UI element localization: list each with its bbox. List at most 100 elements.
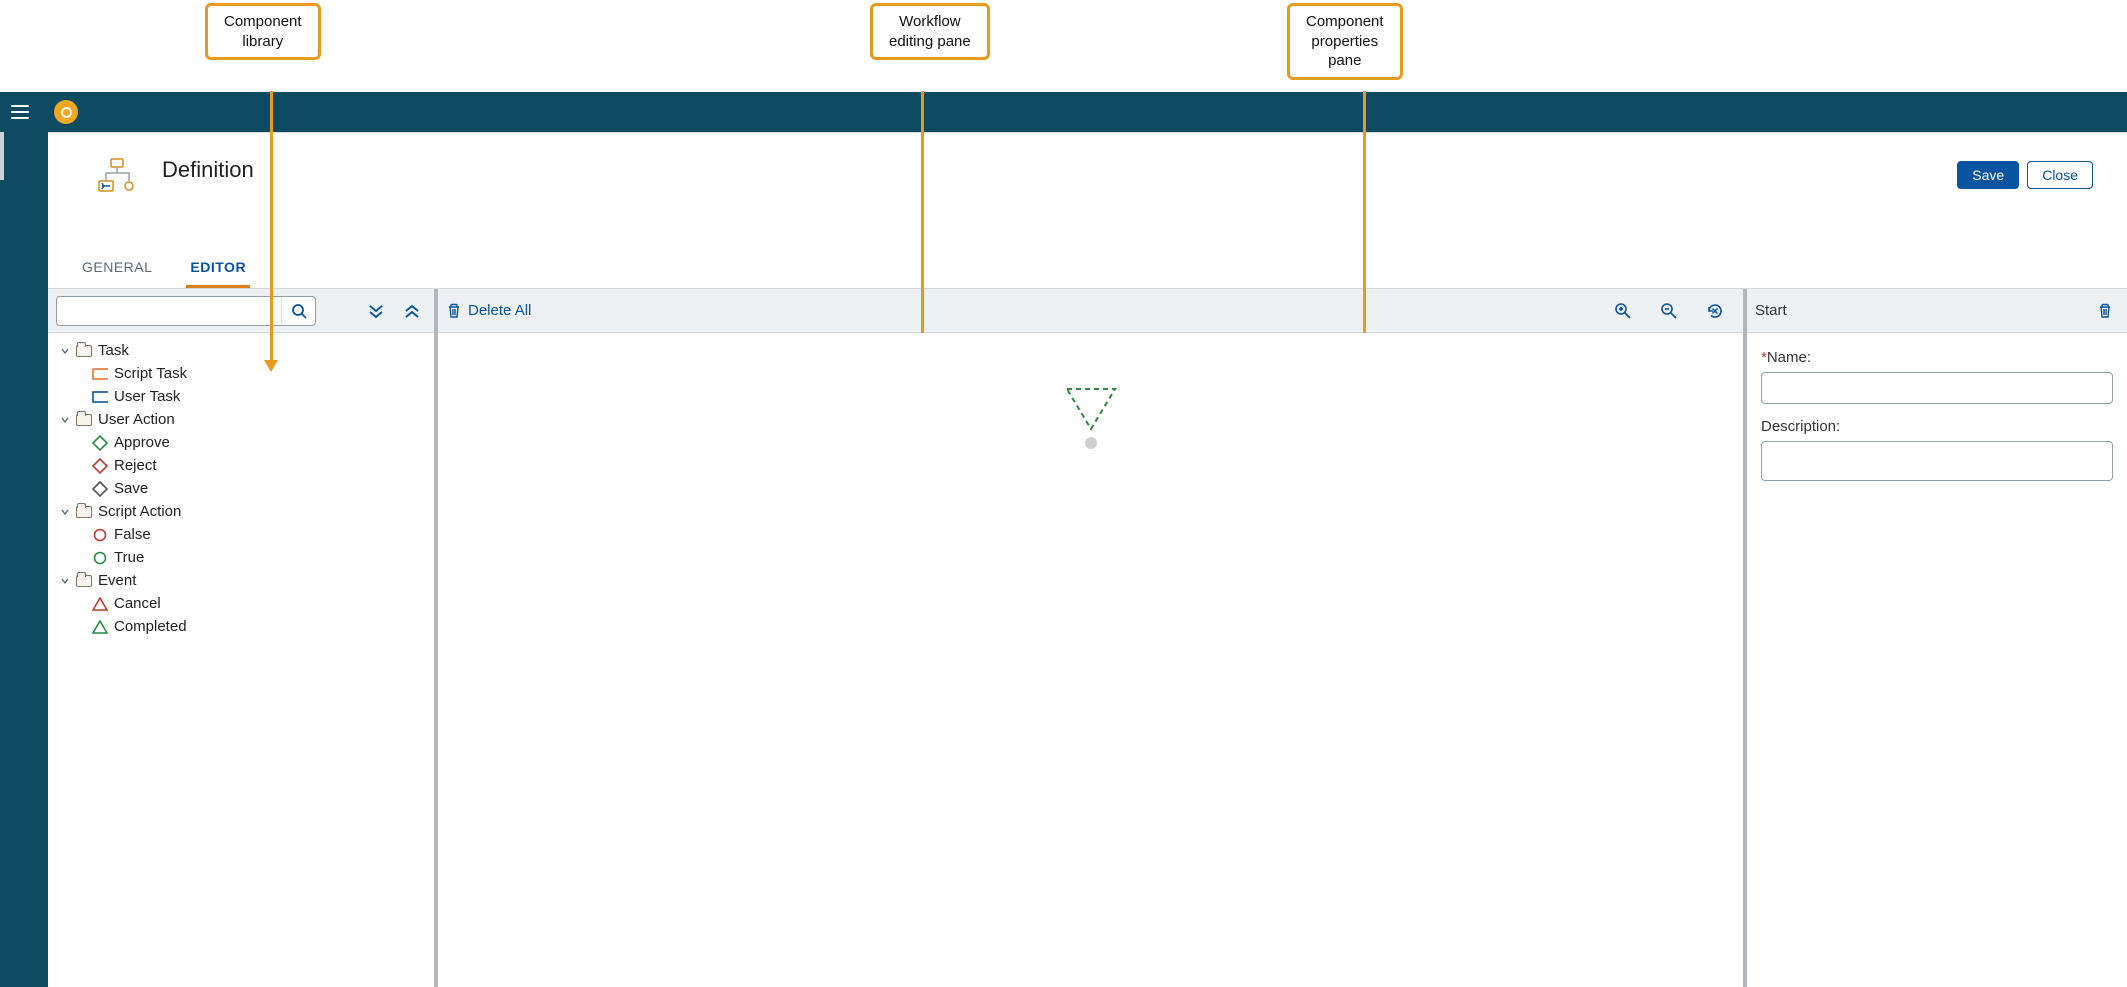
chevron-double-down-icon [367,302,385,320]
tree-item-label: Save [114,480,148,497]
delete-all-button[interactable]: Delete All [446,302,531,319]
folder-icon [76,414,92,426]
library-toolbar [48,289,434,333]
app-body: Definition Save Close GENERAL EDITOR [0,132,2127,987]
workspace: Task Script Task User Task User Action Appro… [48,289,2127,987]
search-icon [291,303,307,319]
tree-item[interactable]: User Task [48,385,434,408]
tree-item-label: False [114,526,151,543]
zoom-out-icon [1660,302,1678,320]
diamond-icon [92,460,108,472]
annotation-box-properties: Componentpropertiespane [1287,3,1403,80]
name-input[interactable] [1761,372,2113,404]
tree-item-label: True [114,549,144,566]
zoom-in-button[interactable] [1609,297,1637,325]
tree-group-label: Script Action [98,503,181,520]
product-logo[interactable] [54,100,78,124]
tree-item[interactable]: True [48,546,434,569]
annotation-arrow-library [270,91,273,363]
page-header: Definition Save Close [48,133,2127,199]
annotation-arrow-properties [1363,91,1366,363]
zoom-out-button[interactable] [1655,297,1683,325]
triangle-icon [92,621,108,633]
zoom-in-icon [1614,302,1632,320]
annotation-zone: Componentlibrary Workflowediting pane Co… [0,0,2127,92]
tree-item-label: User Task [114,388,180,405]
caret-icon[interactable] [60,415,70,425]
close-button[interactable]: Close [2027,161,2093,189]
tree-group[interactable]: User Action [48,408,434,431]
tree-group-label: Task [98,342,129,359]
tree-group[interactable]: Task [48,339,434,362]
tree-group[interactable]: Script Action [48,500,434,523]
delete-all-label: Delete All [468,302,531,319]
library-search [56,296,316,326]
reset-view-button[interactable] [1701,297,1729,325]
caret-icon[interactable] [60,507,70,517]
tab-general[interactable]: GENERAL [78,249,156,288]
annotation-box-library: Componentlibrary [205,3,321,60]
left-rail-indicator [0,132,4,180]
properties-toolbar: Start [1747,289,2127,333]
left-rail [0,132,48,987]
workflow-canvas-pane: Delete All [438,289,1747,987]
caret-icon[interactable] [60,576,70,586]
tree-item-label: Approve [114,434,170,451]
tree-item-label: Completed [114,618,187,635]
trash-icon [446,303,462,319]
start-node[interactable] [1061,383,1121,456]
tree-item[interactable]: Completed [48,615,434,638]
annotation-properties-text: Componentpropertiespane [1306,13,1384,69]
description-field: Description: [1761,418,2113,484]
definition-icon [96,157,138,199]
folder-icon [76,345,92,357]
tree-item[interactable]: Cancel [48,592,434,615]
chevron-double-up-icon [403,302,421,320]
properties-form: *Name: Description: [1747,333,2127,500]
name-field: *Name: [1761,349,2113,404]
tree-group-label: Event [98,572,136,589]
description-label: Description: [1761,418,2113,435]
circle-icon [92,529,108,541]
save-button[interactable]: Save [1957,161,2019,189]
tab-editor[interactable]: EDITOR [186,249,250,288]
annotation-library-text: Componentlibrary [224,13,302,50]
collapse-all-button[interactable] [398,297,426,325]
content-area: Definition Save Close GENERAL EDITOR [48,132,2127,987]
folder-icon [76,506,92,518]
reset-icon [1706,302,1724,320]
page-title: Definition [162,157,254,183]
tree-item-label: Reject [114,457,157,474]
library-search-input[interactable] [57,297,281,325]
annotation-box-canvas: Workflowediting pane [870,3,990,60]
properties-delete-button[interactable] [2091,297,2119,325]
app-topbar [0,92,2127,132]
workflow-canvas[interactable] [438,333,1743,987]
tree-item[interactable]: Approve [48,431,434,454]
hamburger-menu-button[interactable] [8,100,32,124]
tree-item[interactable]: False [48,523,434,546]
expand-all-button[interactable] [362,297,390,325]
caret-icon[interactable] [60,346,70,356]
properties-pane: Start *Name: Description: [1747,289,2127,987]
tree-item[interactable]: Script Task [48,362,434,385]
tree-item-label: Cancel [114,595,161,612]
tree-group[interactable]: Event [48,569,434,592]
properties-title: Start [1755,302,1787,319]
description-input[interactable] [1761,441,2113,481]
component-tree: Task Script Task User Task User Action Appro… [48,333,434,987]
trash-icon [2097,303,2113,319]
annotation-arrow-canvas [921,91,924,363]
diamond-icon [92,483,108,495]
library-search-button[interactable] [281,297,315,325]
tree-item-label: Script Task [114,365,187,382]
name-label: *Name: [1761,349,2113,366]
tree-item[interactable]: Reject [48,454,434,477]
component-library-pane: Task Script Task User Task User Action Appro… [48,289,438,987]
folder-icon [76,575,92,587]
circle-icon [92,552,108,564]
tree-item[interactable]: Save [48,477,434,500]
triangle-icon [92,598,108,610]
rect-icon [92,391,108,403]
annotation-canvas-text: Workflowediting pane [889,13,971,50]
